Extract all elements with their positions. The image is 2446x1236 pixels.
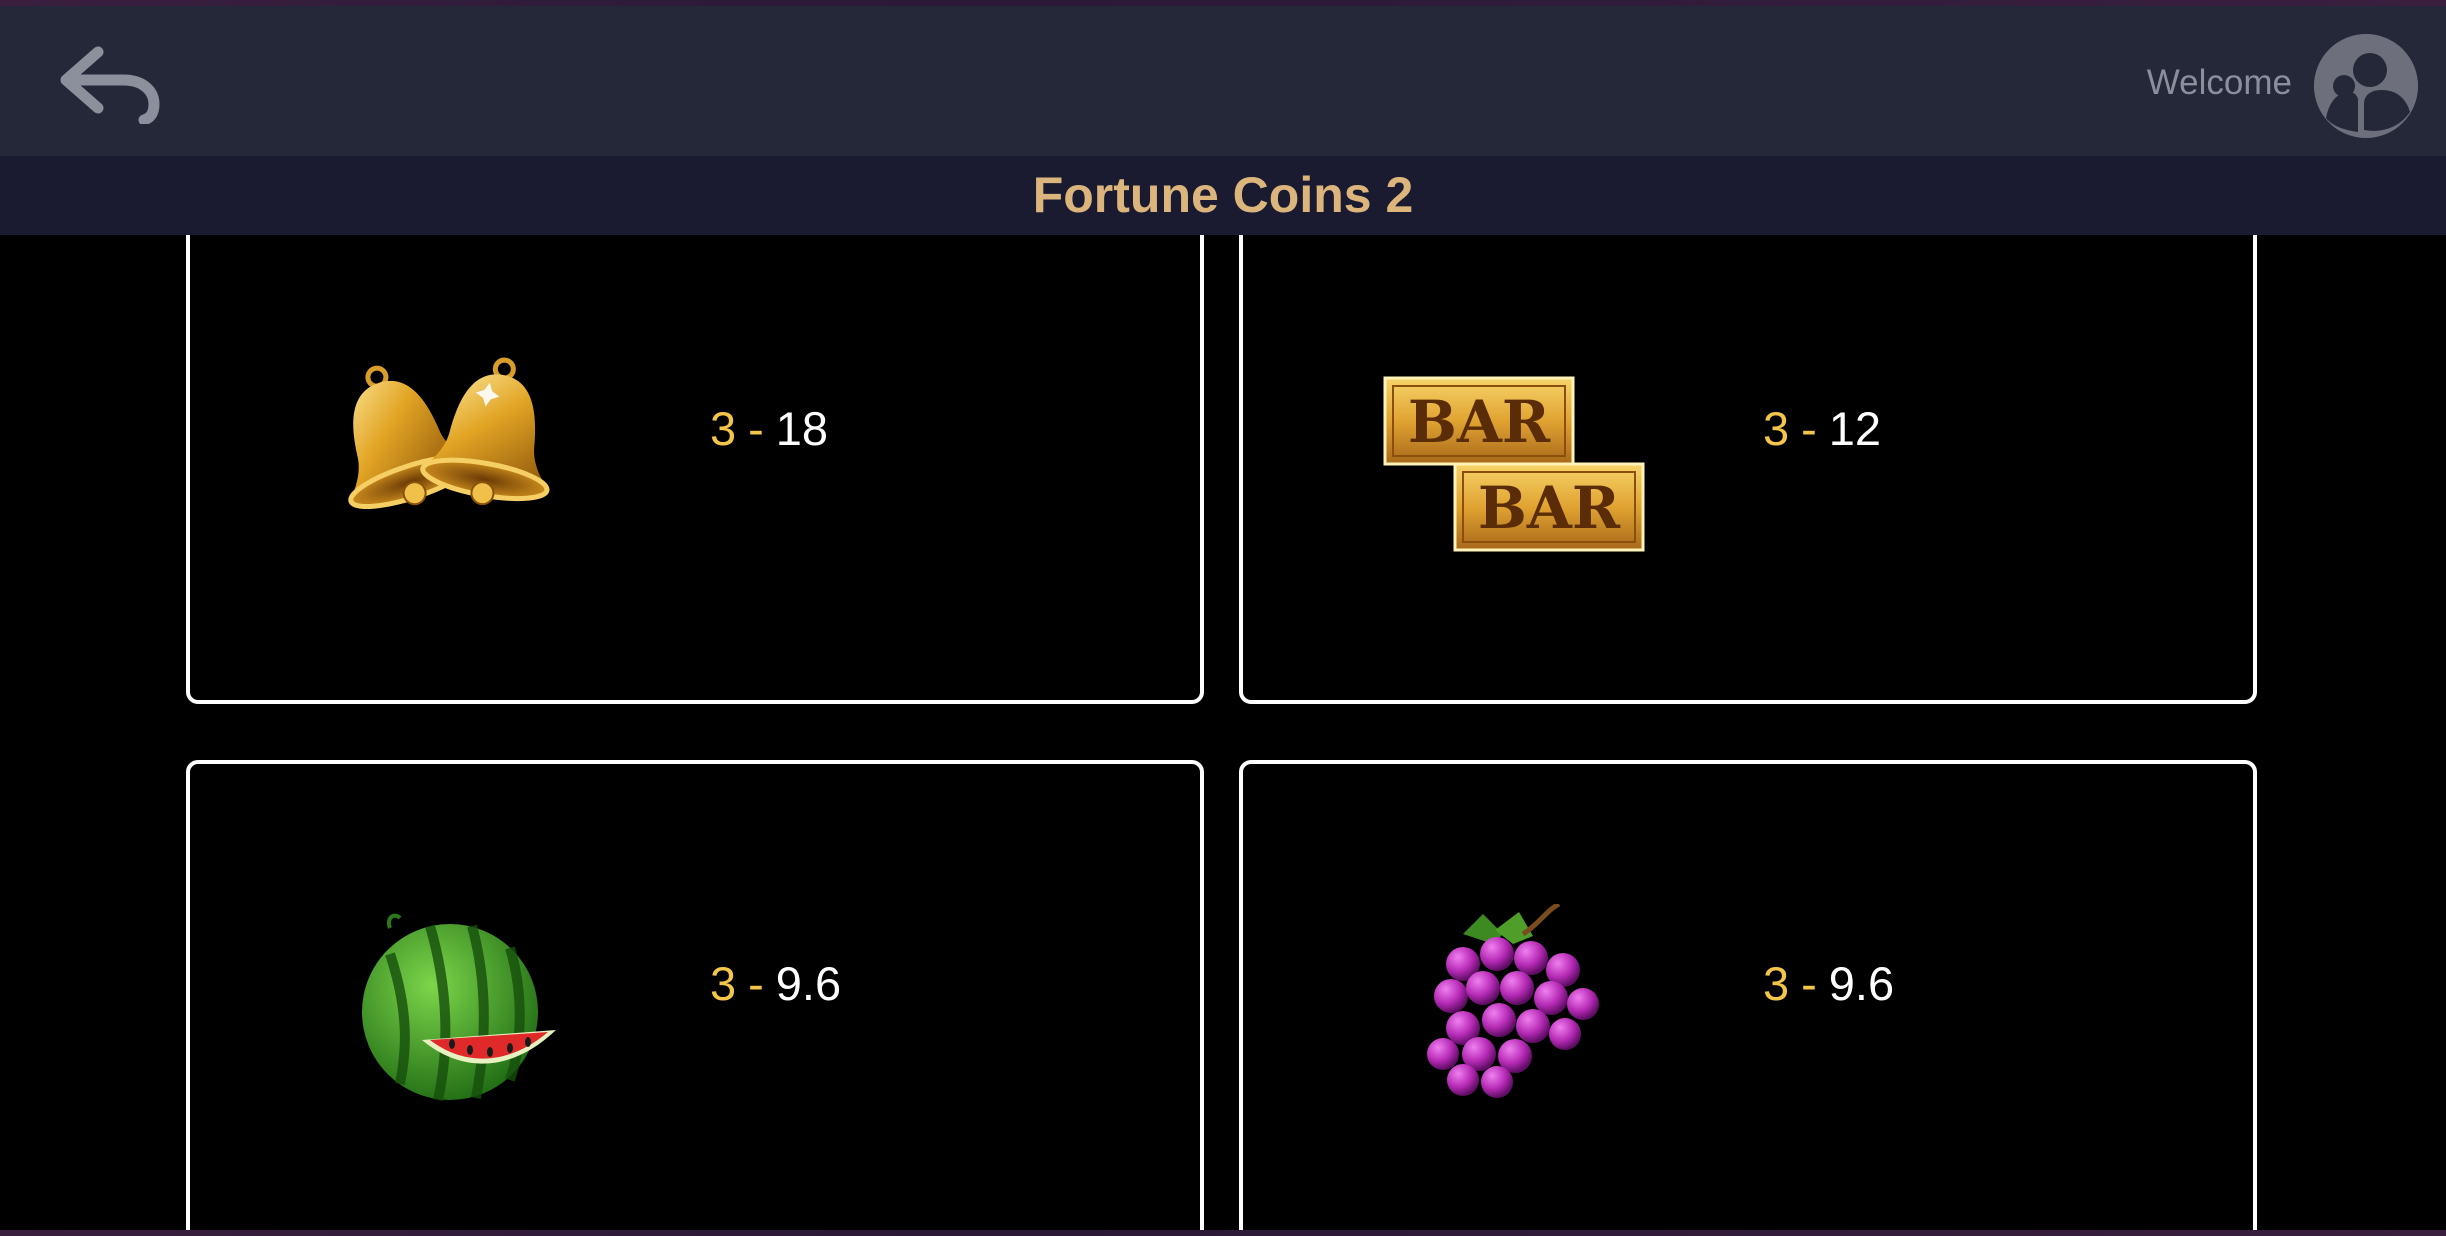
game-title: Fortune Coins 2 (1032, 167, 1414, 223)
user-avatar-icon (2314, 34, 2418, 138)
svg-text:BAR: BAR (1408, 388, 1551, 456)
paytable-card-bells: 3-18 (186, 235, 1204, 704)
separator: - (748, 957, 764, 1010)
title-bar: Fortune Coins 2 (0, 156, 2446, 235)
paytable-card-bar: BAR BAR 3-12 (1239, 235, 2257, 704)
payout-text: 3-12 (1763, 401, 1881, 456)
payout-text: 3-9.6 (1763, 956, 1894, 1011)
separator: - (748, 402, 764, 455)
back-arrow-icon (60, 46, 160, 126)
symbol-count: 3 (1763, 957, 1790, 1010)
user-avatar-button[interactable] (2314, 34, 2418, 138)
top-header: Welcome (0, 6, 2446, 156)
separator: - (1801, 402, 1817, 455)
background-strip-bottom (0, 1230, 2446, 1236)
welcome-text: Welcome (2146, 63, 2292, 102)
symbol-count: 3 (710, 402, 737, 455)
paytable-card-watermelon: 3-9.6 (186, 760, 1204, 1230)
separator: - (1801, 957, 1817, 1010)
watermelon-icon (362, 913, 556, 1102)
payout-text: 3-18 (710, 401, 828, 456)
paytable-card-grapes: 3-9.6 (1239, 760, 2257, 1230)
double-bar-icon: BAR BAR (1383, 376, 1645, 552)
payout-value: 18 (775, 402, 829, 455)
symbol-count: 3 (1763, 402, 1790, 455)
payout-value: 12 (1828, 402, 1882, 455)
svg-text:BAR: BAR (1478, 474, 1621, 542)
symbol-count: 3 (710, 957, 737, 1010)
payout-value: 9.6 (775, 957, 842, 1010)
back-button[interactable] (58, 44, 162, 126)
golden-bells-icon (348, 357, 550, 510)
paytable-content: 3-18 BAR BAR 3-12 3 - 9.6 3 - 9.6 (0, 235, 2446, 1230)
grapes-icon (1427, 901, 1599, 1098)
payout-text: 3-9.6 (710, 956, 841, 1011)
payout-value: 9.6 (1828, 957, 1895, 1010)
